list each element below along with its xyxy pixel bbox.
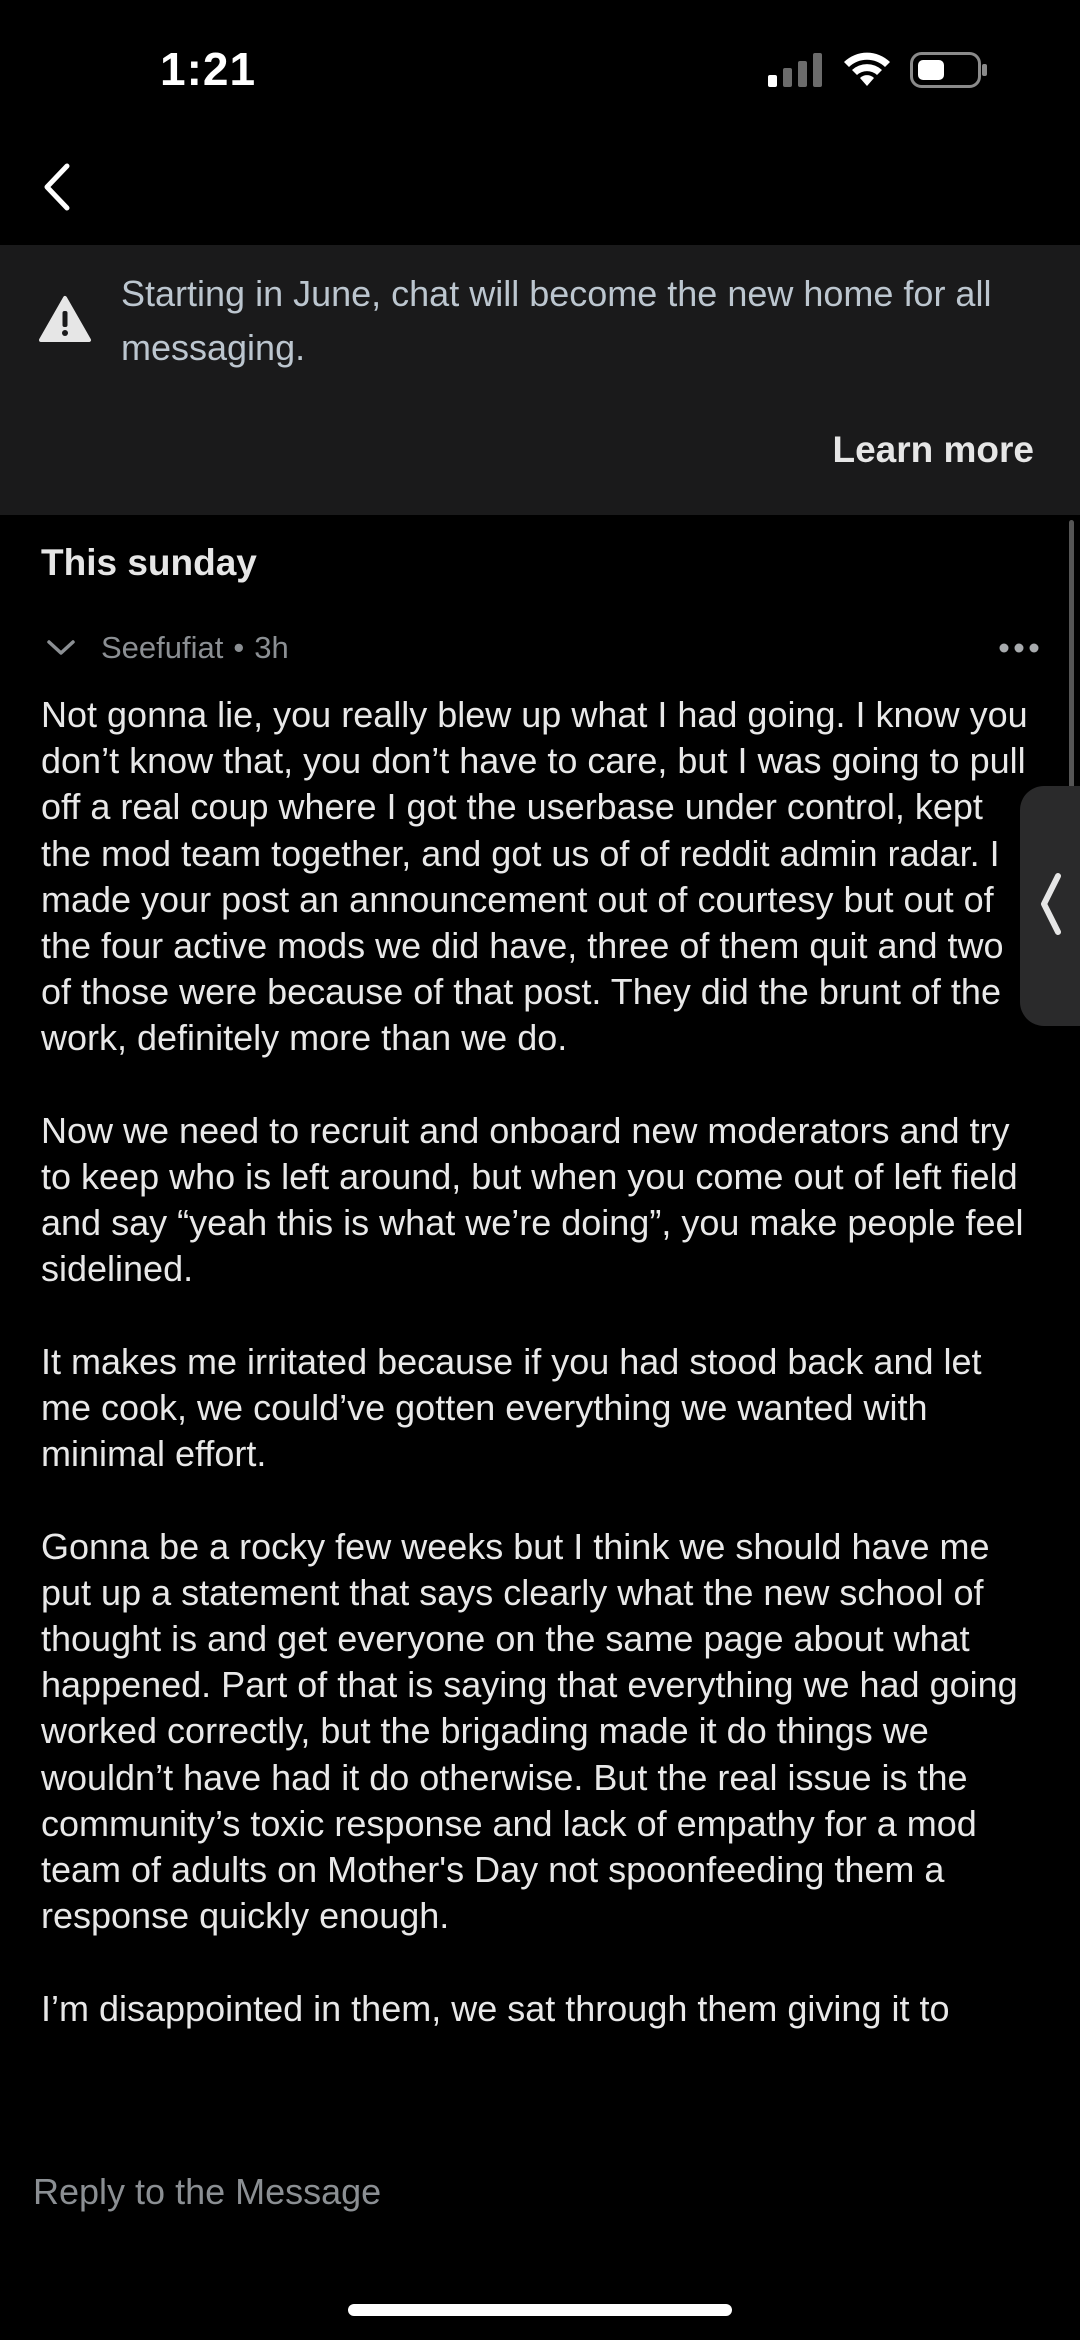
more-options-button[interactable] bbox=[997, 628, 1041, 668]
home-indicator[interactable] bbox=[348, 2304, 732, 2316]
learn-more-link[interactable]: Learn more bbox=[832, 429, 1034, 471]
scrollbar[interactable] bbox=[1069, 520, 1074, 800]
wifi-icon bbox=[842, 52, 892, 93]
meta-separator: • bbox=[233, 630, 245, 665]
warning-icon bbox=[38, 295, 92, 348]
back-button[interactable] bbox=[22, 154, 92, 224]
banner-text: Starting in June, chat will become the n… bbox=[121, 273, 992, 368]
message-author[interactable]: Seefufiat bbox=[101, 630, 223, 666]
message-paragraph: Now we need to recruit and onboard new m… bbox=[41, 1109, 1024, 1290]
message-paragraph: I’m disappointed in them, we sat through… bbox=[41, 1987, 950, 2029]
chevron-left-icon bbox=[1038, 872, 1062, 941]
cellular-signal-icon bbox=[768, 53, 824, 92]
announcement-banner: Starting in June, chat will become the n… bbox=[0, 245, 1080, 515]
nav-bar bbox=[0, 140, 1080, 245]
reply-input[interactable] bbox=[33, 2162, 1033, 2222]
status-icons bbox=[768, 52, 988, 93]
battery-icon bbox=[910, 52, 988, 93]
message-header: Seefufiat • 3h bbox=[41, 628, 1041, 668]
message-paragraph: Not gonna lie, you really blew up what I… bbox=[41, 694, 1028, 1059]
thread-subject: This sunday bbox=[41, 542, 257, 583]
message-body: Not gonna lie, you really blew up what I… bbox=[41, 692, 1041, 2078]
side-panel-handle[interactable] bbox=[1020, 786, 1080, 1026]
message-thread[interactable]: This sunday Seefufiat • 3h Not gonna lie… bbox=[0, 520, 1080, 2140]
message-paragraph: Gonna be a rocky few weeks but I think w… bbox=[41, 1525, 1018, 1937]
reply-bar bbox=[0, 2140, 1080, 2250]
status-bar: 1:21 bbox=[0, 0, 1080, 140]
status-time: 1:21 bbox=[160, 43, 257, 95]
message-paragraph: It makes me irritated because if you had… bbox=[41, 1340, 982, 1475]
chevron-down-icon[interactable] bbox=[41, 628, 81, 668]
chevron-left-icon bbox=[39, 160, 75, 219]
message-time: 3h bbox=[254, 630, 289, 665]
more-horizontal-icon bbox=[999, 643, 1039, 653]
